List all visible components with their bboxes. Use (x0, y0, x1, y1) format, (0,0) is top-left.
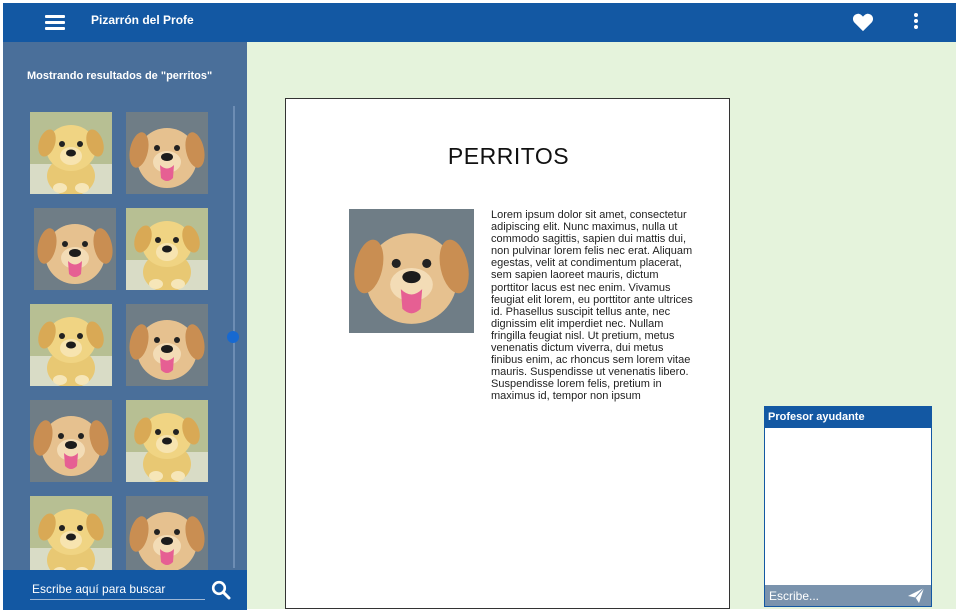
thumbnail-image[interactable] (34, 208, 116, 290)
app-title: Pizarrón del Profe (91, 13, 194, 27)
assistant-chat-area (766, 429, 930, 584)
assistant-input-bar (765, 585, 931, 606)
thumbnail-grid (3, 108, 229, 571)
hamburger-menu-icon[interactable] (45, 15, 65, 31)
search-bar (3, 570, 247, 610)
thumbnail-image[interactable] (126, 208, 208, 290)
thumbnail-image[interactable] (126, 112, 208, 194)
results-title: Mostrando resultados de "perritos" (27, 70, 213, 82)
assistant-message-input[interactable] (769, 587, 899, 604)
document-page[interactable]: PERRITOS Lorem ipsum dolor sit amet, con… (285, 98, 730, 609)
top-app-bar: Pizarrón del Profe (3, 3, 956, 42)
document-body-text: Lorem ipsum dolor sit amet, consectetur … (491, 209, 693, 403)
search-input[interactable] (30, 578, 205, 600)
thumbnail-image[interactable] (126, 496, 208, 571)
send-icon[interactable] (907, 587, 925, 604)
document-image[interactable] (349, 209, 474, 333)
thumbnail-image[interactable] (30, 112, 112, 194)
document-title: PERRITOS (447, 143, 570, 169)
thumbnail-image[interactable] (126, 304, 208, 386)
heart-icon[interactable] (852, 12, 874, 32)
more-vertical-icon[interactable] (909, 12, 923, 32)
thumbnail-image[interactable] (126, 400, 208, 482)
thumbnail-image[interactable] (30, 496, 112, 571)
assistant-panel-title: Profesor ayudante (765, 407, 931, 428)
search-icon[interactable] (211, 580, 231, 600)
assistant-panel: Profesor ayudante (764, 406, 932, 607)
image-results-sidebar: Mostrando resultados de "perritos" (3, 42, 247, 609)
thumbnail-image[interactable] (30, 304, 112, 386)
scroll-handle[interactable] (227, 331, 239, 343)
thumbnail-image[interactable] (30, 400, 112, 482)
